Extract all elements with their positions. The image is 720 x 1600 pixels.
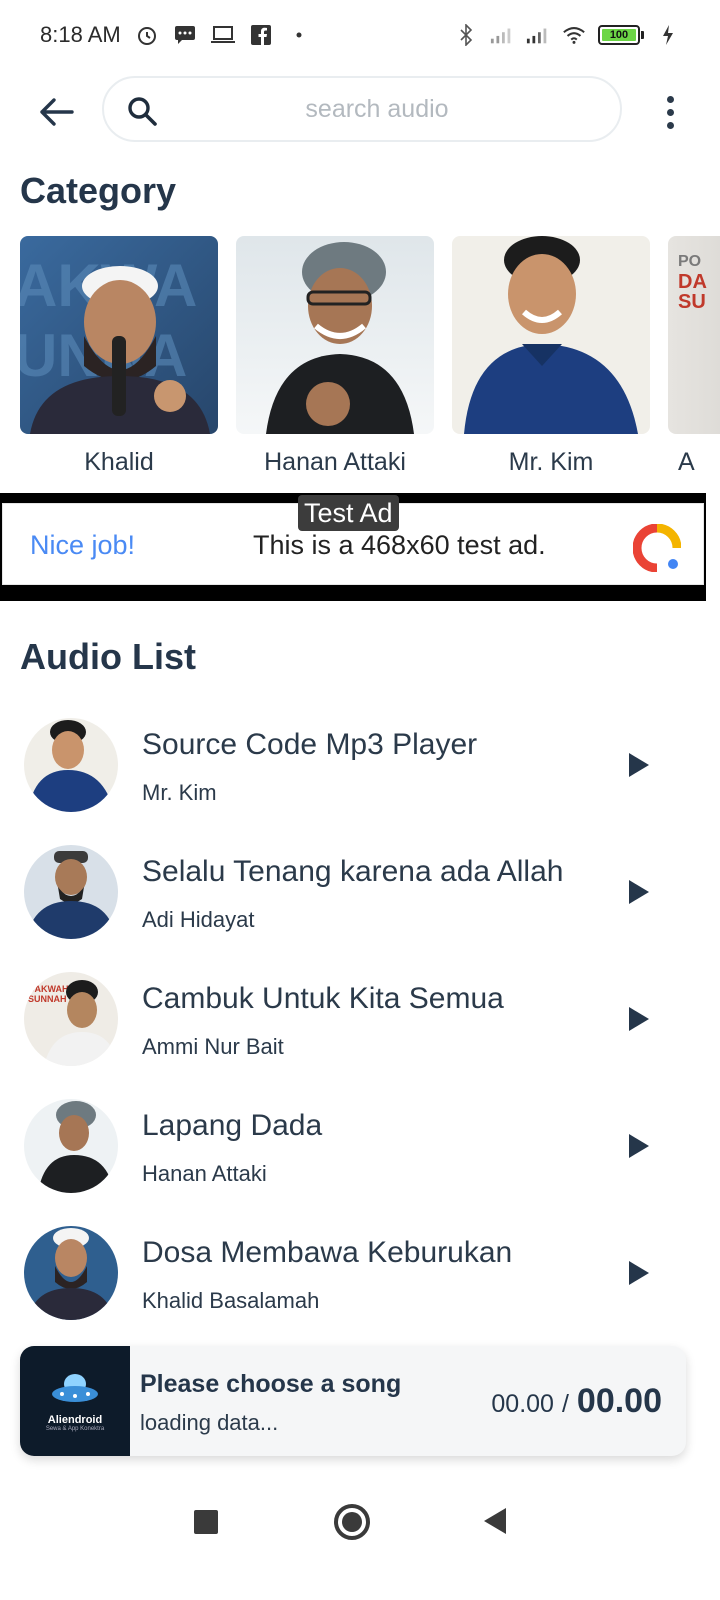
category-label: A: [678, 448, 695, 476]
search-box[interactable]: [102, 76, 622, 142]
avatar: [24, 1099, 118, 1193]
ad-headline: Nice job!: [30, 530, 136, 560]
category-label: Hanan Attaki: [264, 448, 406, 476]
svg-text:SU: SU: [678, 291, 706, 313]
category-thumb: AKWA UNNA: [20, 236, 218, 434]
player-time: 00.00 / 00.00: [491, 1382, 662, 1421]
audio-artist: Mr. Kim: [142, 780, 217, 805]
avatar: [24, 845, 118, 939]
ufo-icon: [52, 1374, 98, 1402]
player-artwork: Aliendroid Sewa & App Konektra: [20, 1346, 130, 1456]
time-current: 00.00: [491, 1390, 554, 1418]
play-icon: [629, 1007, 649, 1031]
more-options-button[interactable]: [650, 90, 690, 134]
ad-tag: Test Ad: [298, 495, 399, 531]
list-item[interactable]: Selalu Tenang karena ada Allah Adi Hiday…: [0, 827, 720, 939]
ad-text: This is a 468x60 test ad.: [253, 530, 546, 560]
audio-title: Selalu Tenang karena ada Allah: [142, 855, 564, 888]
category-card-hanan-attaki[interactable]: Hanan Attaki: [236, 236, 434, 477]
play-button[interactable]: [624, 1258, 654, 1288]
search-input[interactable]: [104, 94, 620, 124]
audio-title: Cambuk Untuk Kita Semua: [142, 982, 504, 1015]
audio-artist: Adi Hidayat: [142, 907, 255, 932]
facebook-icon: [249, 23, 273, 47]
play-button[interactable]: [624, 750, 654, 780]
more-dot: [666, 121, 674, 129]
avatar: [24, 718, 118, 812]
laptop-icon: [210, 23, 235, 47]
play-button[interactable]: [624, 1004, 654, 1034]
svg-text:PO: PO: [678, 253, 701, 270]
alarm-icon: [135, 23, 159, 47]
play-icon: [629, 880, 649, 904]
play-icon: [629, 1134, 649, 1158]
category-thumb: [452, 236, 650, 434]
category-thumb: [236, 236, 434, 434]
battery-icon: 100: [598, 25, 644, 45]
audio-title: Dosa Membawa Keburukan: [142, 1236, 513, 1269]
home-button[interactable]: [334, 1504, 370, 1540]
category-row: AKWA UNNA Khalid Hanan Attaki: [20, 236, 720, 486]
svg-text:DAKWAH: DAKWAH: [28, 984, 69, 994]
audio-artist: Khalid Basalamah: [142, 1288, 320, 1313]
status-bar: 8:18 AM 100: [0, 0, 720, 70]
play-icon: [629, 753, 649, 777]
arrow-back-icon: [40, 98, 74, 126]
top-bar: [0, 76, 720, 146]
list-item[interactable]: Dosa Membawa Keburukan Khalid Basalamah: [0, 1208, 720, 1320]
svg-text:DA: DA: [678, 271, 707, 293]
status-time: 8:18 AM: [40, 22, 121, 47]
category-card-mr-kim[interactable]: Mr. Kim: [452, 236, 650, 477]
category-thumb: PO DA SU: [668, 236, 720, 434]
category-title: Category: [20, 170, 177, 211]
search-icon: [128, 97, 157, 126]
play-icon: [629, 1261, 649, 1285]
player-title: Please choose a song: [140, 1370, 402, 1398]
time-separator: /: [561, 1390, 569, 1418]
category-label: Khalid: [84, 448, 154, 476]
nav-bar: [0, 1490, 720, 1560]
signal-icon: [526, 23, 550, 47]
player-status: loading data...: [140, 1410, 279, 1435]
audio-title: Lapang Dada: [142, 1109, 323, 1142]
audio-list-title: Audio List: [20, 636, 196, 677]
player-art-sub: Sewa & App Konektra: [45, 1426, 105, 1432]
avatar: DAKWAH SUNNAH: [24, 972, 118, 1066]
ad-logo-icon: [633, 524, 681, 572]
charging-icon: [656, 23, 680, 47]
home-icon: [342, 1512, 362, 1532]
signal-icon: [490, 23, 514, 47]
nav-back-button[interactable]: [484, 1508, 506, 1534]
more-dot: [666, 108, 674, 116]
player-art-label: Aliendroid: [47, 1414, 103, 1426]
audio-title: Source Code Mp3 Player: [142, 728, 478, 761]
category-card-khalid[interactable]: AKWA UNNA Khalid: [20, 236, 218, 477]
ad-banner[interactable]: Nice job! This is a 468x60 test ad. Test…: [0, 493, 706, 601]
audio-artist: Hanan Attaki: [142, 1161, 267, 1186]
category-label: Mr. Kim: [508, 448, 594, 476]
avatar: [24, 1226, 118, 1320]
message-icon: [173, 23, 197, 47]
back-button[interactable]: [34, 90, 78, 134]
svg-text:SUNNAH: SUNNAH: [28, 994, 67, 1004]
recents-button[interactable]: [194, 1510, 218, 1534]
mini-player[interactable]: Aliendroid Sewa & App Konektra Please ch…: [20, 1346, 686, 1456]
list-item[interactable]: DAKWAH SUNNAH Cambuk Untuk Kita Semua Amm…: [0, 954, 720, 1066]
more-dot: [666, 95, 674, 103]
audio-artist: Ammi Nur Bait: [142, 1034, 284, 1059]
list-item[interactable]: Lapang Dada Hanan Attaki: [0, 1081, 720, 1193]
play-button[interactable]: [624, 1131, 654, 1161]
list-item[interactable]: Source Code Mp3 Player Mr. Kim: [0, 700, 720, 812]
wifi-icon: [562, 23, 586, 47]
play-button[interactable]: [624, 877, 654, 907]
bluetooth-icon: [454, 23, 478, 47]
battery-level: 100: [602, 29, 636, 41]
dot-icon: [287, 23, 311, 47]
time-total: 00.00: [576, 1382, 662, 1420]
category-card-partial[interactable]: PO DA SU A: [668, 236, 720, 477]
